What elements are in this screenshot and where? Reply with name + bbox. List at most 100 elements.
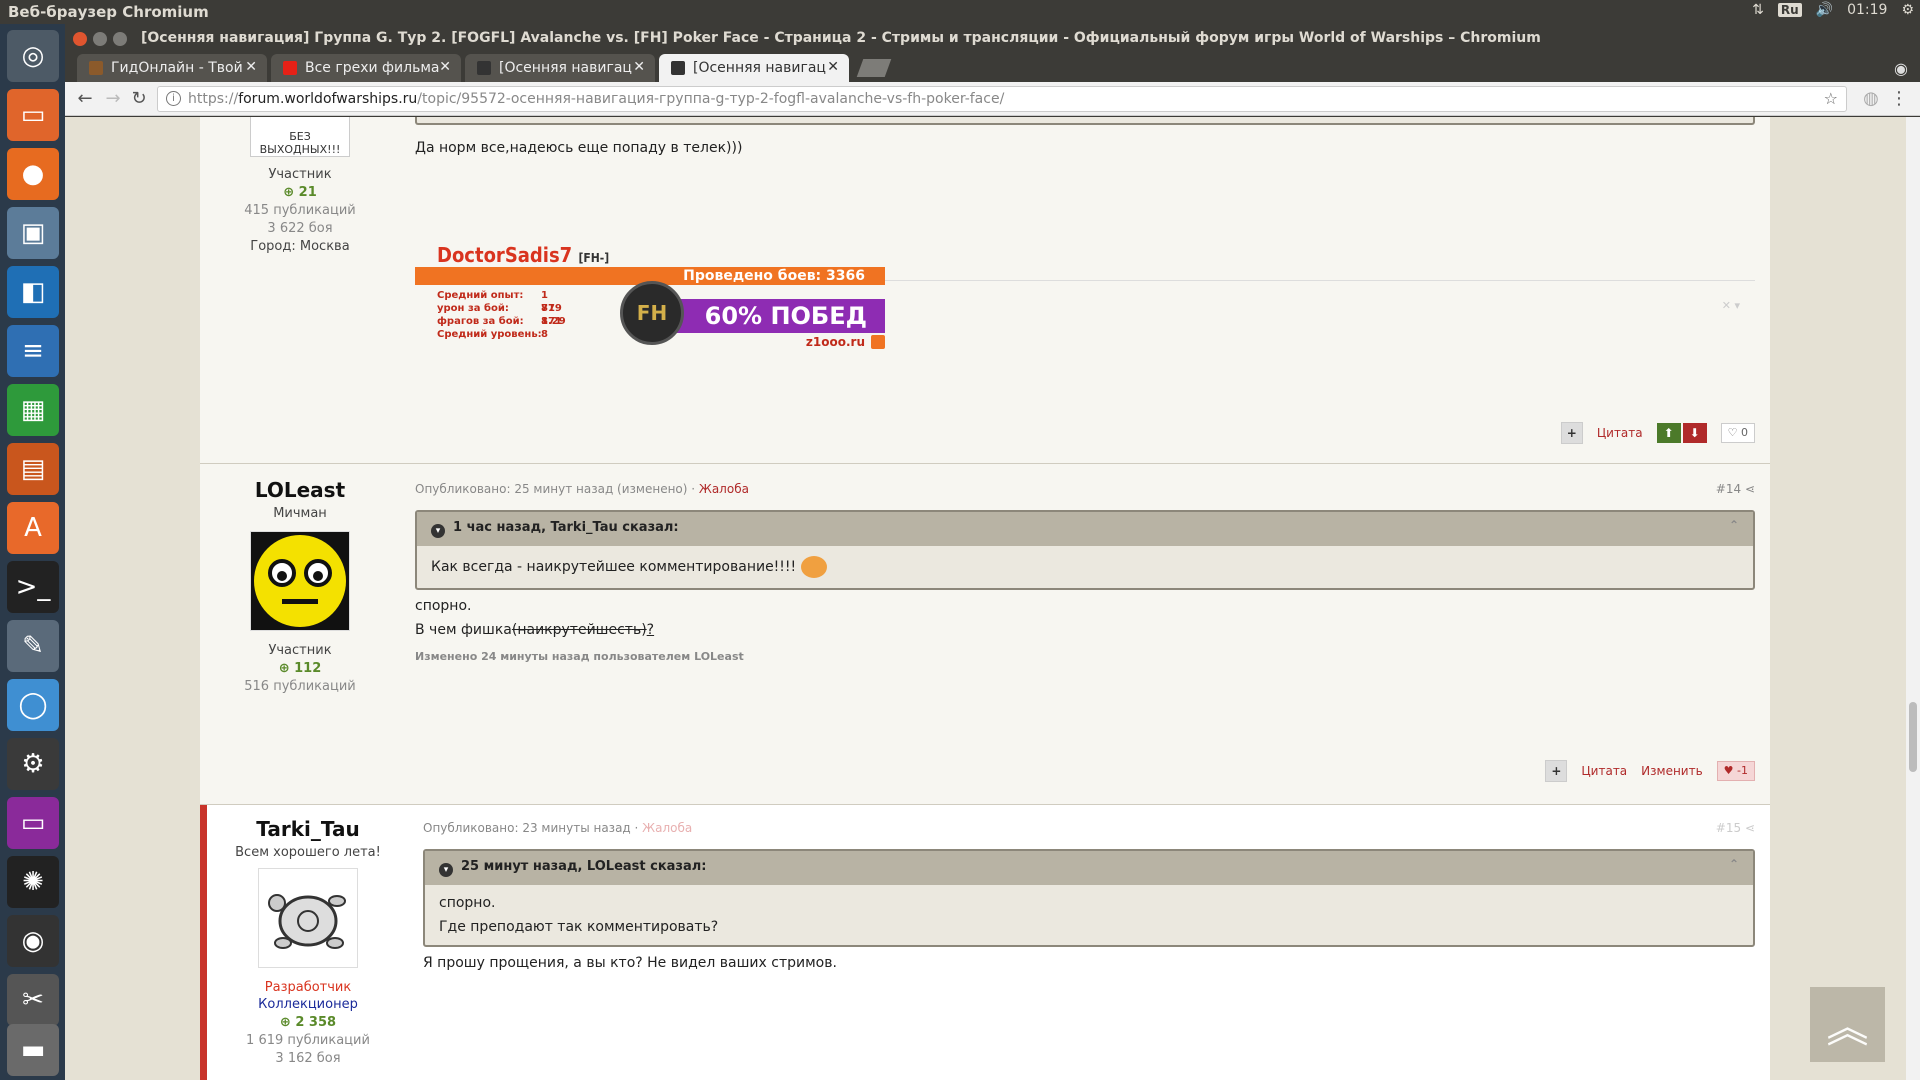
- impress-icon[interactable]: ▤: [7, 443, 59, 495]
- color-wheel-icon[interactable]: ◉: [7, 915, 59, 967]
- profile-icon[interactable]: ◉: [1894, 59, 1908, 78]
- window-close-button[interactable]: [73, 32, 87, 46]
- display-icon[interactable]: ▭: [7, 797, 59, 849]
- system-settings-icon[interactable]: ✎: [7, 620, 59, 672]
- post-text-strike: (наикрутейшесть): [511, 622, 647, 638]
- multiquote-add-button[interactable]: +: [1545, 760, 1568, 782]
- remote-desktop-icon[interactable]: ▣: [7, 207, 59, 259]
- avatar[interactable]: [250, 531, 350, 631]
- signature-battles: Проведено боев: 3366: [683, 268, 865, 284]
- window-maximize-button[interactable]: [113, 32, 127, 46]
- extension-icon[interactable]: ◍: [1859, 87, 1883, 111]
- forum-post: БЕЗ ВЫХОДНЫХ!!! Участник ⊕ 21 415 публик…: [200, 117, 1770, 463]
- page-scrollbar[interactable]: [1906, 117, 1920, 1080]
- site-logo-icon: [871, 335, 885, 349]
- stat-label: Средний уровень:: [437, 329, 542, 340]
- new-tab-button[interactable]: [856, 59, 892, 77]
- address-bar[interactable]: i https://forum.worldofwarships.ru/topic…: [157, 86, 1847, 112]
- unity-launcher: ◎ ▭ ● ▣ ◧ ≡ ▦ ▤ A >_ ✎ ◯ ⚙ ▭ ✺ ◉ ✂ ▬: [0, 24, 65, 1080]
- tab-close-icon[interactable]: ✕: [439, 59, 451, 75]
- signature-hide-icon[interactable]: ✕ ▾: [1722, 299, 1740, 312]
- edit-button[interactable]: Изменить: [1641, 764, 1703, 778]
- reputation-badge[interactable]: ♥ -1: [1716, 761, 1755, 781]
- stat-row: Средний опыт: 1 779: [437, 289, 562, 314]
- software-center-icon[interactable]: A: [7, 502, 59, 554]
- clock[interactable]: 01:19: [1847, 2, 1887, 18]
- report-link[interactable]: Жалоба: [642, 821, 692, 835]
- steam-icon[interactable]: ⚙: [7, 738, 59, 790]
- edited-note: Изменено 24 минуты назад пользователем L…: [415, 650, 744, 663]
- vote-down-button[interactable]: ⬇: [1682, 423, 1707, 443]
- quote-expand-icon[interactable]: ⌃: [1729, 518, 1739, 532]
- chromium-icon[interactable]: ◯: [7, 679, 59, 731]
- network-transfer-icon[interactable]: ⇅: [1752, 2, 1764, 18]
- author-city: Город: Москва: [250, 239, 350, 254]
- terminal-icon[interactable]: >_: [7, 561, 59, 613]
- youtube-icon: [283, 61, 297, 75]
- tab-close-icon[interactable]: ✕: [245, 59, 257, 75]
- site-info-icon[interactable]: i: [166, 91, 181, 106]
- files-icon[interactable]: ▭: [7, 89, 59, 141]
- tab-close-icon[interactable]: ✕: [633, 59, 645, 75]
- avatar[interactable]: [258, 868, 358, 968]
- tab-close-icon[interactable]: ✕: [827, 59, 839, 75]
- chevron-down-icon[interactable]: ▾: [431, 524, 445, 538]
- vote-up-button[interactable]: ⬆: [1656, 423, 1681, 443]
- post-content: Опубликовано: 25 минут назад (изменено) …: [415, 482, 1755, 663]
- reload-icon[interactable]: ↻: [127, 87, 151, 111]
- reputation-badge[interactable]: ♡ 0: [1720, 423, 1755, 443]
- chevron-down-icon[interactable]: ▾: [439, 863, 453, 877]
- post-number[interactable]: #14 ⋖: [1716, 482, 1755, 496]
- battle-count: 3 162 боя: [275, 1051, 341, 1066]
- post-count: 516 публикаций: [244, 679, 356, 694]
- quote-button[interactable]: Цитата: [1581, 764, 1627, 778]
- author-name[interactable]: Tarki_Tau: [208, 817, 408, 841]
- report-link[interactable]: Жалоба: [699, 482, 749, 496]
- share-icon[interactable]: ⋖: [1745, 821, 1755, 835]
- forward-arrow-icon[interactable]: →: [101, 87, 125, 111]
- trash-stack-icon[interactable]: ▬: [7, 1024, 59, 1076]
- window-minimize-button[interactable]: [93, 32, 107, 46]
- post-author-panel: Tarki_Tau Всем хорошего лета! Разработчи…: [208, 817, 408, 1066]
- tab-label: [Осенняя навигац: [499, 60, 632, 76]
- calc-icon[interactable]: ▦: [7, 384, 59, 436]
- remmina-icon[interactable]: ◧: [7, 266, 59, 318]
- dash-home-icon[interactable]: ◎: [7, 30, 59, 82]
- forum-post: LOLeast Мичман Участник ⊕ 112 516 публик…: [200, 464, 1770, 804]
- quote-button[interactable]: Цитата: [1597, 426, 1643, 440]
- writer-icon[interactable]: ≡: [7, 325, 59, 377]
- share-icon[interactable]: ⋖: [1745, 482, 1755, 496]
- volume-icon[interactable]: 🔊: [1816, 2, 1833, 18]
- author-name[interactable]: LOLeast: [200, 478, 400, 502]
- quote-expand-icon[interactable]: ⌃: [1729, 857, 1739, 871]
- post-text: Да норм все,надеюсь еще попаду в телек))…: [415, 140, 743, 156]
- reputation-value: 2 358: [295, 1015, 337, 1030]
- avatar[interactable]: БЕЗ ВЫХОДНЫХ!!!: [250, 117, 350, 157]
- bookmark-star-icon[interactable]: ☆: [1824, 89, 1838, 108]
- tab-label: ГидОнлайн - Твой: [111, 60, 243, 76]
- post-author-panel: LOLeast Мичман Участник ⊕ 112 516 публик…: [200, 478, 400, 694]
- signature-name: DoctorSadis7: [437, 243, 573, 267]
- settings-gear-icon[interactable]: ⚙: [1901, 2, 1914, 18]
- menu-icon[interactable]: ⋮: [1887, 87, 1911, 111]
- tab-osennyaya-active[interactable]: [Осенняя навигац ✕: [659, 54, 849, 82]
- signature-banner[interactable]: DoctorSadis7 [FH-] Проведено боев: 3366 …: [415, 243, 885, 353]
- post-content: Опубликовано: 23 минуты назад · Жалоба #…: [423, 821, 1755, 971]
- post-number[interactable]: #15 ⋖: [1716, 821, 1755, 835]
- gimp-icon[interactable]: ✂: [7, 974, 59, 1026]
- tab-gidonline[interactable]: ГидОнлайн - Твой ✕: [77, 54, 267, 82]
- multiquote-add-button[interactable]: +: [1560, 422, 1583, 444]
- keyboard-layout-indicator[interactable]: Ru: [1777, 3, 1802, 17]
- scrollbar-thumb[interactable]: [1909, 702, 1917, 772]
- firefox-icon[interactable]: ●: [7, 148, 59, 200]
- web-page: БЕЗ ВЫХОДНЫХ!!! Участник ⊕ 21 415 публик…: [65, 117, 1920, 1080]
- plus-circle-icon: ⊕: [283, 185, 299, 200]
- back-arrow-icon[interactable]: ←: [73, 87, 97, 111]
- author-rank: Мичман: [273, 506, 327, 521]
- smiley-avatar-icon: [254, 535, 346, 627]
- scroll-to-top-button[interactable]: ︽: [1810, 987, 1885, 1062]
- color-picker-icon[interactable]: ✺: [7, 856, 59, 908]
- tab-osennyaya-1[interactable]: [Осенняя навигац ✕: [465, 54, 655, 82]
- tab-vse-grehi[interactable]: Все грехи фильма ✕: [271, 54, 461, 82]
- double-chevron-up-icon: ︽: [1826, 1003, 1869, 1052]
